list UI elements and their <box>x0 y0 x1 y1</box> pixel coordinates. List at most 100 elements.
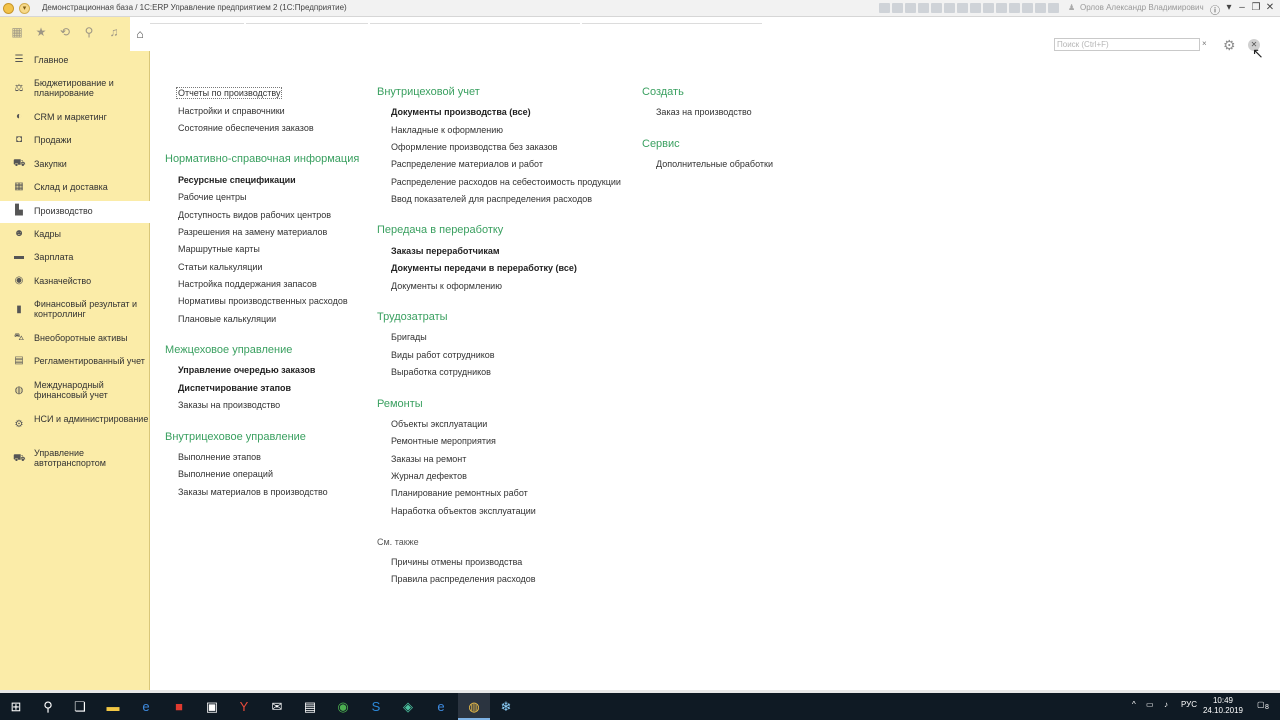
app-green-icon[interactable]: ◈ <box>392 693 424 720</box>
edge-icon[interactable]: e <box>425 693 457 720</box>
sidebar-item-production[interactable]: ▙ Производство <box>0 201 150 223</box>
search-icon[interactable]: ⚲ <box>81 25 97 41</box>
app-red-icon[interactable]: ■ <box>163 693 195 720</box>
sidebar-item-admin[interactable]: ⚙ НСИ и администрирование <box>0 414 150 430</box>
link-labor[interactable]: Выработка сотрудников <box>391 367 491 377</box>
link-intra-shop-accounting[interactable]: Накладные к оформлению <box>391 125 503 135</box>
sidebar-item-budget[interactable]: ⚖ Бюджетирование и планирование <box>0 78 150 98</box>
link-nsi[interactable]: Нормативы производственных расходов <box>178 296 348 306</box>
sidebar-item-finance[interactable]: ▮ Финансовый результат и контроллинг <box>0 299 150 319</box>
link-nsi[interactable]: Рабочие центры <box>178 192 247 202</box>
link-additional-processing[interactable]: Дополнительные обработки <box>656 159 773 169</box>
toolbar-icon[interactable] <box>905 3 916 13</box>
app-menu-icon[interactable]: ▾ <box>19 3 30 14</box>
sidebar-item-international[interactable]: ◍ Международный финансовый учет <box>0 380 150 400</box>
clock[interactable]: 10:49 24.10.2019 <box>1198 696 1248 716</box>
1c-app-icon[interactable]: ◍ <box>458 693 490 720</box>
toolbar-icon[interactable] <box>892 3 903 13</box>
link-production-reports[interactable]: Отчеты по производству <box>176 87 283 99</box>
info-icon[interactable]: ⓘ <box>1208 2 1222 17</box>
link-intra-shop-accounting[interactable]: Распределение расходов на себестоимость … <box>391 177 621 187</box>
task-view-icon[interactable]: ❏ <box>64 693 96 720</box>
link-nsi[interactable]: Статьи калькуляции <box>178 262 262 272</box>
link-intra-shop-accounting[interactable]: Ввод показателей для распределения расхо… <box>391 194 592 204</box>
link-see-also[interactable]: Причины отмены производства <box>391 557 522 567</box>
tray-arrow-icon[interactable]: ^ <box>1132 700 1136 709</box>
link-intra-shop-mgmt[interactable]: Заказы материалов в производство <box>178 487 328 497</box>
link-processing[interactable]: Документы к оформлению <box>391 281 502 291</box>
sidebar-item-hr[interactable]: ☻ Кадры <box>0 229 150 240</box>
explorer-icon[interactable]: ▬ <box>97 693 129 720</box>
link-nsi[interactable]: Настройка поддержания запасов <box>178 279 317 289</box>
link-create-production-order[interactable]: Заказ на производство <box>656 107 752 117</box>
sidebar-item-purchases[interactable]: ⛟ Закупки <box>0 159 150 170</box>
search-icon[interactable]: ⚲ <box>32 693 64 720</box>
link-nsi[interactable]: Плановые калькуляции <box>178 314 276 324</box>
link-processing[interactable]: Заказы переработчикам <box>391 246 500 256</box>
network-icon[interactable]: ▭ <box>1146 700 1154 709</box>
toolbar-icon[interactable] <box>983 3 994 13</box>
link-inter-shop[interactable]: Управление очередью заказов <box>178 365 315 375</box>
app-logo-icon[interactable] <box>3 3 14 14</box>
toolbar-icon[interactable] <box>957 3 968 13</box>
toolbar-icon[interactable] <box>931 3 942 13</box>
link-repairs[interactable]: Заказы на ремонт <box>391 454 466 464</box>
yandex-icon[interactable]: Y <box>228 693 260 720</box>
toolbar-icon[interactable] <box>918 3 929 13</box>
sidebar-item-transport[interactable]: ⛟ Управление автотранспортом <box>0 448 150 468</box>
language-indicator[interactable]: РУС <box>1181 700 1197 709</box>
calculator-icon[interactable]: ▤ <box>294 693 326 720</box>
link-labor[interactable]: Виды работ сотрудников <box>391 350 495 360</box>
sidebar-item-warehouse[interactable]: ▦ Склад и доставка <box>0 182 150 193</box>
favorites-icon[interactable]: ★ <box>33 25 49 41</box>
link-inter-shop[interactable]: Заказы на производство <box>178 400 280 410</box>
dropdown-icon[interactable]: ▾ <box>1222 2 1236 13</box>
sidebar-item-crm[interactable]: ◐ CRM и маркетинг <box>0 112 150 123</box>
user-name[interactable]: Орлов Александр Владимирович <box>1080 3 1204 12</box>
link-order-supply-state[interactable]: Состояние обеспечения заказов <box>178 123 314 133</box>
link-nsi[interactable]: Маршрутные карты <box>178 244 260 254</box>
toolbar-icon[interactable] <box>996 3 1007 13</box>
link-labor[interactable]: Бригады <box>391 332 427 342</box>
toolbar-icon[interactable] <box>1048 3 1059 13</box>
home-icon[interactable]: ⌂ <box>130 17 150 51</box>
link-nsi[interactable]: Разрешения на замену материалов <box>178 227 327 237</box>
link-repairs[interactable]: Журнал дефектов <box>391 471 467 481</box>
link-intra-shop-accounting[interactable]: Документы производства (все) <box>391 107 531 117</box>
search-input[interactable]: Поиск (Ctrl+F) <box>1054 38 1200 51</box>
toolbar-icon[interactable] <box>1035 3 1046 13</box>
toolbar-icon[interactable] <box>970 3 981 13</box>
gear-icon[interactable]: ⚙ <box>1223 37 1236 54</box>
toolbar-icon[interactable] <box>944 3 955 13</box>
link-intra-shop-mgmt[interactable]: Выполнение этапов <box>178 452 261 462</box>
sidebar-item-treasury[interactable]: ◉ Казначейство <box>0 276 150 287</box>
link-intra-shop-mgmt[interactable]: Выполнение операций <box>178 469 273 479</box>
link-repairs[interactable]: Наработка объектов эксплуатации <box>391 506 536 516</box>
app-blue-icon[interactable]: ❄ <box>490 693 522 720</box>
link-repairs[interactable]: Объекты эксплуатации <box>391 419 487 429</box>
link-settings-catalogs[interactable]: Настройки и справочники <box>178 106 285 116</box>
clear-search-icon[interactable]: × <box>1202 39 1207 48</box>
all-functions-icon[interactable]: ▦ <box>9 25 25 41</box>
toolbar-icon[interactable] <box>1022 3 1033 13</box>
link-processing[interactable]: Документы передачи в переработку (все) <box>391 263 577 273</box>
sidebar-item-sales[interactable]: ◘ Продажи <box>0 135 150 146</box>
link-inter-shop[interactable]: Диспетчирование этапов <box>178 383 291 393</box>
ie-icon[interactable]: e <box>130 693 162 720</box>
sidebar-item-salary[interactable]: ▬ Зарплата <box>0 252 150 263</box>
link-nsi[interactable]: Доступность видов рабочих центров <box>178 210 331 220</box>
start-icon[interactable]: ⊞ <box>0 693 32 720</box>
link-repairs[interactable]: Ремонтные мероприятия <box>391 436 496 446</box>
chrome-icon[interactable]: ◉ <box>327 693 359 720</box>
sidebar-item-assets[interactable]: ⛍ Внеоборотные активы <box>0 333 150 344</box>
link-intra-shop-accounting[interactable]: Оформление производства без заказов <box>391 142 557 152</box>
link-repairs[interactable]: Планирование ремонтных работ <box>391 488 528 498</box>
notifications-icon[interactable]: ♫ <box>106 25 122 41</box>
toolbar-icon[interactable] <box>1009 3 1020 13</box>
volume-icon[interactable]: ♪ <box>1164 700 1168 709</box>
notification-icon[interactable]: ▢ <box>1257 700 1265 709</box>
close-window-icon[interactable]: ✕ <box>1263 2 1277 13</box>
store-icon[interactable]: ▣ <box>196 693 228 720</box>
toolbar-icon[interactable] <box>879 3 890 13</box>
minimize-icon[interactable]: – <box>1235 2 1249 13</box>
